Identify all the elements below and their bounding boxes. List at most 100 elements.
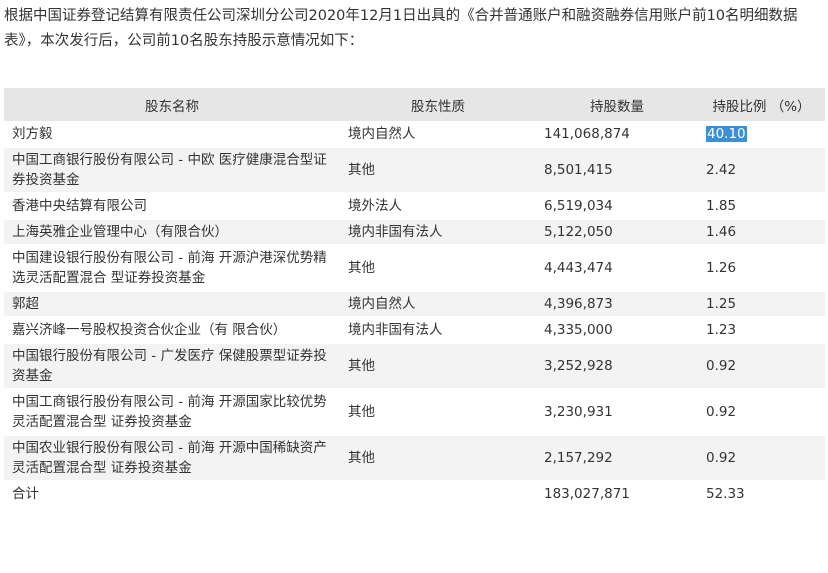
intro-paragraph: 根据中国证券登记结算有限责任公司深圳分公司2020年12月1日出具的《合并普通账…: [4, 8, 798, 49]
table-row: 中国建设银行股份有限公司 - 前海 开源沪港深优势精选灵活配置混合 型证券投资基…: [4, 245, 825, 292]
shareholder-type-cell-text: 其他: [348, 162, 375, 178]
shareholder-type-cell-text: 其他: [348, 450, 375, 466]
shareholder-name-cell-text: 香港中央结算有限公司: [12, 198, 147, 214]
table-row: 中国工商银行股份有限公司 - 前海 开源国家比较优势灵活配置混合型 证券投资基金…: [4, 389, 825, 436]
holding-ratio-cell: 1.23: [698, 317, 825, 344]
holding-ratio-cell-text: 1.25: [706, 296, 737, 312]
shareholder-name-cell: 中国银行股份有限公司 - 广发医疗 保健股票型证券投资基金: [4, 343, 340, 390]
table-row: 上海英雅企业管理中心（有限合伙） 境内非国有法人 5,122,050 1.46: [4, 219, 825, 246]
document-page: 根据中国证券登记结算有限责任公司深圳分公司2020年12月1日出具的《合并普通账…: [0, 0, 828, 573]
shareholder-type-cell: 境内非国有法人: [340, 317, 536, 344]
selected-text: 40.10: [706, 126, 747, 142]
shareholder-type-cell: 境内自然人: [340, 291, 536, 318]
shares-count-cell-text: 3,252,928: [544, 358, 613, 374]
shares-count-cell: 8,501,415: [536, 147, 698, 194]
shares-count-cell: 4,396,873: [536, 291, 698, 318]
shareholder-type-cell-text: 境外法人: [348, 198, 402, 214]
holding-ratio-cell-text: 52.33: [706, 486, 745, 502]
shareholder-name-cell-text: 上海英雅企业管理中心（有限合伙）: [12, 224, 228, 240]
holding-ratio-cell: 1.26: [698, 245, 825, 292]
shares-count-cell: 4,443,474: [536, 245, 698, 292]
shareholder-name-cell: 刘方毅: [4, 121, 340, 148]
shareholder-type-cell: 其他: [340, 389, 536, 436]
table-row: 中国工商银行股份有限公司 - 中欧 医疗健康混合型证券投资基金 其他 8,501,4…: [4, 147, 825, 194]
table-row: 刘方毅 境内自然人 141,068,874 40.10: [4, 121, 825, 148]
shareholder-type-cell: 境内自然人: [340, 121, 536, 148]
shareholder-name-cell: 中国农业银行股份有限公司 - 前海 开源中国稀缺资产灵活配置混合型 证券投资基金: [4, 435, 340, 482]
shareholder-type-cell: 其他: [340, 343, 536, 390]
shares-count-cell: 6,519,034: [536, 193, 698, 220]
shareholder-name-cell-text: 中国工商银行股份有限公司 - 前海 开源国家比较优势灵活配置混合型 证券投资基金: [12, 394, 327, 430]
holding-ratio-cell-text: 2.42: [706, 162, 737, 178]
shareholder-type-cell: 境外法人: [340, 193, 536, 220]
table-body: 刘方毅 境内自然人 141,068,874 40.10 中国工商银行股份有限公司 - 中…: [4, 121, 825, 508]
shares-count-cell: 3,252,928: [536, 343, 698, 390]
shareholder-name-cell-text: 嘉兴济峰一号股权投资合伙企业（有 限合伙）: [12, 322, 287, 338]
shareholder-name-cell-text: 郭超: [12, 296, 39, 312]
shareholder-type-cell: 其他: [340, 245, 536, 292]
shareholder-name-cell-text: 合计: [12, 486, 39, 502]
shareholder-type-cell: 其他: [340, 147, 536, 194]
shareholder-type-cell-text: 其他: [348, 260, 375, 276]
shareholder-name-cell: 中国工商银行股份有限公司 - 中欧 医疗健康混合型证券投资基金: [4, 147, 340, 194]
holding-ratio-cell: 0.92: [698, 343, 825, 390]
holding-ratio-cell-text: 0.92: [706, 358, 737, 374]
shares-count-cell-text: 4,443,474: [544, 260, 613, 276]
shares-count-cell: 2,157,292: [536, 435, 698, 482]
shares-count-cell: 141,068,874: [536, 121, 698, 148]
shares-count-cell: 4,335,000: [536, 317, 698, 344]
shareholder-name-cell-text: 中国建设银行股份有限公司 - 前海 开源沪港深优势精选灵活配置混合 型证券投资基…: [12, 250, 327, 286]
shares-count-cell: 5,122,050: [536, 219, 698, 246]
shares-count-cell-text: 6,519,034: [544, 198, 613, 214]
shareholder-name-cell-text: 中国工商银行股份有限公司 - 中欧 医疗健康混合型证券投资基金: [12, 152, 327, 188]
table-header-row: 股东名称 股东性质 持股数量 持股比例 （%）: [4, 88, 825, 122]
table-row: 香港中央结算有限公司 境外法人 6,519,034 1.85: [4, 193, 825, 220]
holding-ratio-cell-text: 1.23: [706, 322, 737, 338]
shareholder-type-cell-text: 境内自然人: [348, 126, 416, 142]
shares-count-cell-text: 8,501,415: [544, 162, 613, 178]
shares-count-cell: 183,027,871: [536, 481, 698, 508]
shareholder-type-cell-text: 其他: [348, 358, 375, 374]
table-row: 郭超 境内自然人 4,396,873 1.25: [4, 291, 825, 318]
shares-count-cell-text: 4,396,873: [544, 296, 613, 312]
shareholder-name-cell: 上海英雅企业管理中心（有限合伙）: [4, 219, 340, 246]
shareholder-name-cell-text: 刘方毅: [12, 126, 53, 142]
shareholder-name-cell: 合计: [4, 481, 340, 508]
holding-ratio-cell-text: 1.46: [706, 224, 737, 240]
holding-ratio-cell-text: 0.92: [706, 404, 737, 420]
holding-ratio-cell-text: 1.85: [706, 198, 737, 214]
header-name: 股东名称: [4, 88, 340, 122]
shares-count-cell-text: 4,335,000: [544, 322, 613, 338]
shareholder-type-cell-text: 境内非国有法人: [348, 224, 443, 240]
holding-ratio-cell: 2.42: [698, 147, 825, 194]
shareholder-type-cell: 其他: [340, 435, 536, 482]
holding-ratio-cell: 0.92: [698, 389, 825, 436]
holding-ratio-cell: 40.10: [698, 121, 825, 148]
shares-count-cell-text: 2,157,292: [544, 450, 613, 466]
header-ratio: 持股比例 （%）: [698, 88, 825, 122]
holding-ratio-cell: 52.33: [698, 481, 825, 508]
shareholder-type-cell: 境内非国有法人: [340, 219, 536, 246]
shareholder-name-cell: 香港中央结算有限公司: [4, 193, 340, 220]
table-row: 中国银行股份有限公司 - 广发医疗 保健股票型证券投资基金 其他 3,252,928…: [4, 343, 825, 390]
holding-ratio-cell: 1.46: [698, 219, 825, 246]
holding-ratio-cell: 0.92: [698, 435, 825, 482]
shareholder-type-cell-text: 境内非国有法人: [348, 322, 443, 338]
table-row: 中国农业银行股份有限公司 - 前海 开源中国稀缺资产灵活配置混合型 证券投资基金…: [4, 435, 825, 482]
shareholder-name-cell-text: 中国农业银行股份有限公司 - 前海 开源中国稀缺资产灵活配置混合型 证券投资基金: [12, 440, 327, 476]
shares-count-cell-text: 183,027,871: [544, 486, 630, 502]
shareholder-name-cell: 郭超: [4, 291, 340, 318]
shareholder-name-cell: 嘉兴济峰一号股权投资合伙企业（有 限合伙）: [4, 317, 340, 344]
shareholder-type-cell: [340, 481, 536, 508]
shares-count-cell-text: 141,068,874: [544, 126, 630, 142]
shares-count-cell-text: 5,122,050: [544, 224, 613, 240]
holding-ratio-cell-text: 0.92: [706, 450, 737, 466]
holding-ratio-cell-text: 1.26: [706, 260, 737, 276]
top-shareholders-table: 股东名称 股东性质 持股数量 持股比例 （%） 刘方毅 境内自然人 141,068,…: [4, 88, 825, 508]
shareholder-name-cell: 中国建设银行股份有限公司 - 前海 开源沪港深优势精选灵活配置混合 型证券投资基…: [4, 245, 340, 292]
table-row: 嘉兴济峰一号股权投资合伙企业（有 限合伙） 境内非国有法人 4,335,000 1.2…: [4, 317, 825, 344]
shares-count-cell-text: 3,230,931: [544, 404, 613, 420]
shareholder-type-cell-text: 其他: [348, 404, 375, 420]
shareholder-name-cell-text: 中国银行股份有限公司 - 广发医疗 保健股票型证券投资基金: [12, 348, 327, 384]
shareholder-name-cell: 中国工商银行股份有限公司 - 前海 开源国家比较优势灵活配置混合型 证券投资基金: [4, 389, 340, 436]
